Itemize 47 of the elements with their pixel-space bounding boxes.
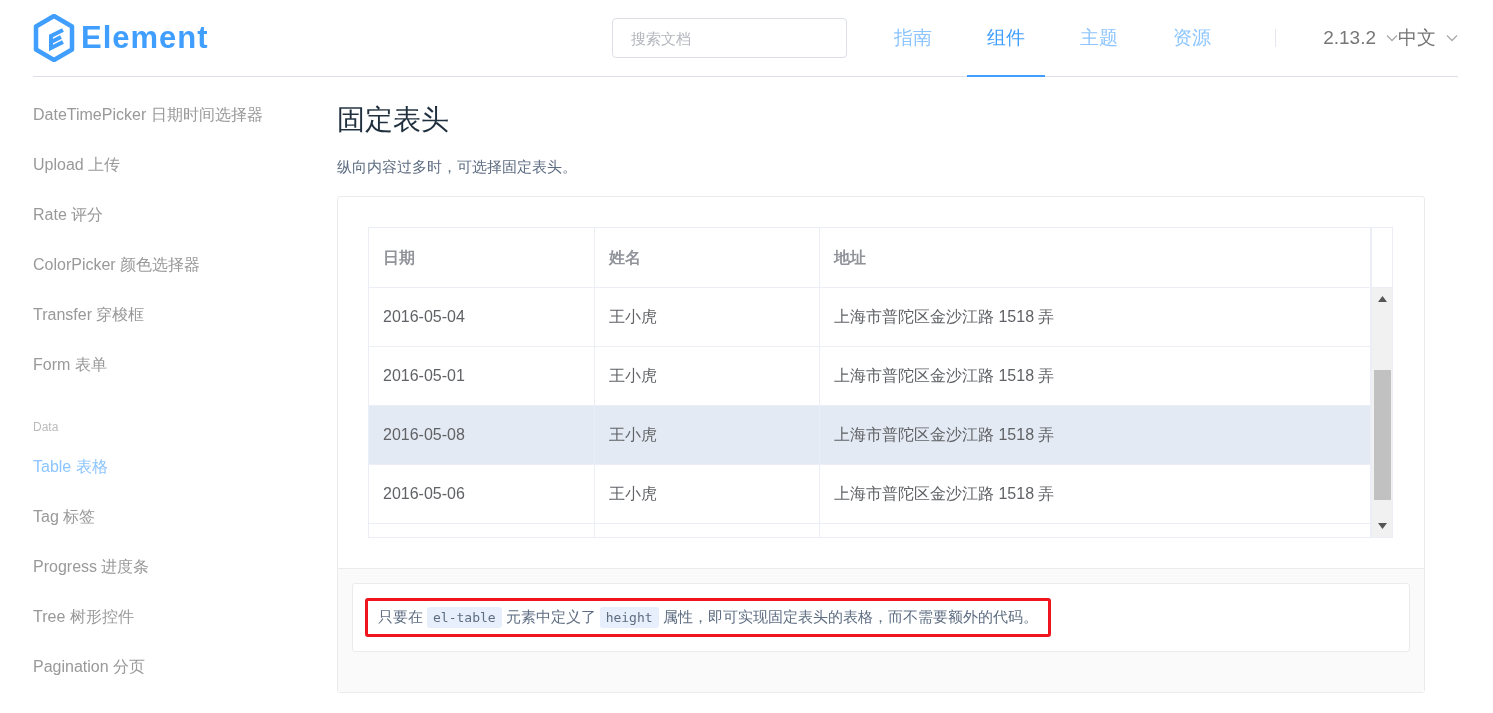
- column-header[interactable]: 地址: [820, 228, 1371, 288]
- hexagon-logo-icon: [33, 14, 75, 62]
- table-row[interactable]: 2016-05-04 王小虎 上海市普陀区金沙江路 1518 弄: [369, 288, 1371, 348]
- search-field[interactable]: 搜索文档: [612, 18, 848, 58]
- table-cell: 上海市普陀区金沙江路 1518 弄: [820, 347, 1371, 406]
- sidebar-item[interactable]: Tag 标签: [33, 494, 337, 544]
- scroll-up-arrow-icon[interactable]: [1377, 296, 1387, 303]
- sidebar-item[interactable]: Pagination 分页: [33, 644, 337, 694]
- table-cell: 王小虎: [595, 465, 820, 524]
- language-dropdown[interactable]: 中文: [1398, 23, 1436, 53]
- scroll-down-arrow-icon[interactable]: [1377, 523, 1387, 530]
- table-cell: 上海市普陀区金沙江路 1518 弄: [820, 288, 1371, 347]
- chevron-down-icon[interactable]: [1386, 34, 1398, 42]
- table-cell: 王小虎: [595, 347, 820, 406]
- sidebar-item[interactable]: Table 表格: [33, 444, 337, 494]
- nav-tab[interactable]: 指南: [874, 0, 953, 77]
- table-cell: 上海市普陀区金沙江路 1518 弄: [820, 465, 1371, 524]
- scrollbar[interactable]: [1372, 288, 1392, 538]
- table-cell: 2016-05-04: [369, 288, 595, 347]
- nav-tab[interactable]: 资源: [1153, 0, 1232, 77]
- table-cell: 2016-05-01: [369, 347, 595, 406]
- column-header[interactable]: 姓名: [595, 228, 820, 288]
- version-dropdown[interactable]: 2.13.2: [1323, 23, 1376, 53]
- nav-tab[interactable]: 主题: [1060, 0, 1139, 77]
- sidebar-item[interactable]: Form 表单: [33, 342, 337, 392]
- table-cell: 2016-05-06: [369, 465, 595, 524]
- nav-tab[interactable]: 组件: [967, 0, 1046, 77]
- table-cell: 王小虎: [595, 406, 820, 465]
- description-text: 只要在 el-table 元素中定义了 height 属性，即可实现固定表头的表格，而不需要额外的代码。: [365, 598, 1051, 637]
- sidebar-item[interactable]: Transfer 穿梭框: [33, 292, 337, 342]
- sidebar-item[interactable]: ColorPicker 颜色选择器: [33, 242, 337, 292]
- table-cell: 上海市普陀区金沙江路 1518 弄: [820, 406, 1371, 465]
- sidebar-item[interactable]: Progress 进度条: [33, 544, 337, 594]
- logo-text[interactable]: Element: [81, 14, 209, 62]
- sidebar-item[interactable]: Upload 上传: [33, 142, 337, 192]
- column-header[interactable]: 日期: [369, 228, 595, 288]
- sidebar-item[interactable]: Tree 树形控件: [33, 594, 337, 644]
- section-title: 固定表头: [337, 103, 450, 137]
- table-row[interactable]: 2016-05-08 王小虎 上海市普陀区金沙江路 1518 弄: [369, 406, 1371, 466]
- table-row[interactable]: 2016-05-06 王小虎 上海市普陀区金沙江路 1518 弄: [369, 465, 1371, 525]
- table-cell: 2016-05-08: [369, 406, 595, 465]
- chevron-down-icon[interactable]: [1446, 34, 1458, 42]
- sidebar-group-label: Data: [33, 419, 60, 436]
- sidebar-item[interactable]: Rate 评分: [33, 192, 337, 242]
- sidebar-item[interactable]: DateTimePicker 日期时间选择器: [33, 92, 337, 142]
- section-subtitle: 纵向内容过多时，可选择固定表头。: [337, 156, 578, 177]
- table-cell: 王小虎: [595, 288, 820, 347]
